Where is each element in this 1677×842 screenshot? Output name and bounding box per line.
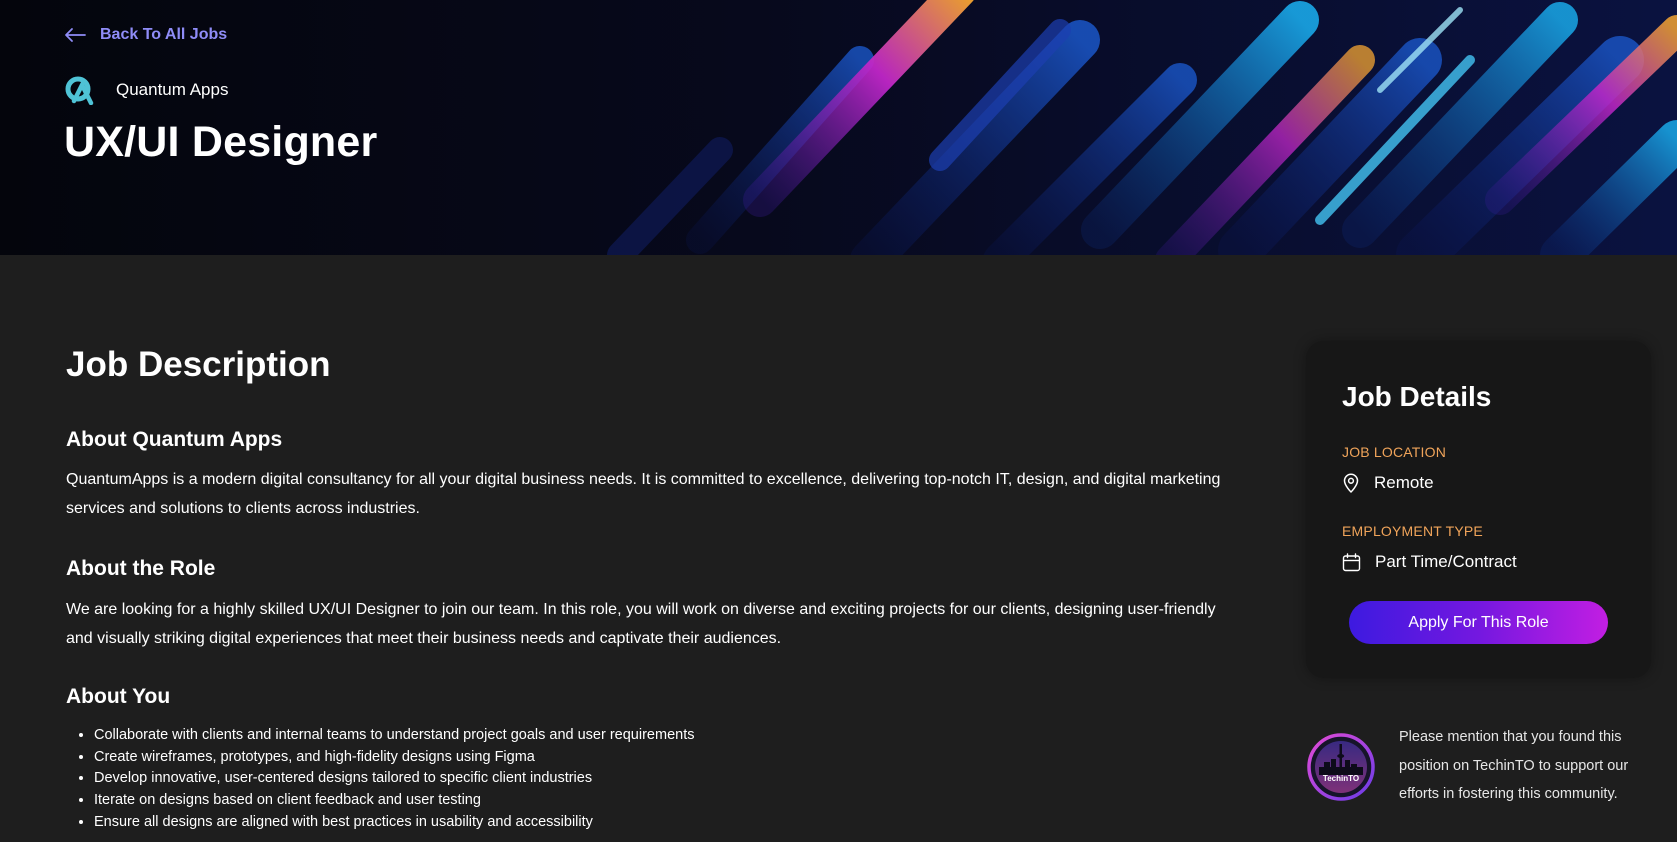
about-you-heading: About You: [66, 685, 171, 708]
about-you-list: Collaborate with clients and internal te…: [66, 725, 694, 834]
arrow-left-icon: [65, 28, 86, 42]
list-item: Collaborate with clients and internal te…: [94, 725, 694, 747]
logo-wordmark: TechinTO: [1323, 774, 1359, 783]
job-details-title: Job Details: [1342, 381, 1492, 412]
list-item: Develop innovative, user-centered design…: [94, 768, 694, 790]
job-location-value: Remote: [1342, 473, 1434, 493]
job-location-text: Remote: [1374, 473, 1434, 492]
about-company-heading: About Quantum Apps: [66, 428, 283, 451]
quantum-apps-logo: [65, 76, 94, 105]
list-item: Iterate on designs based on client feedb…: [94, 790, 694, 812]
job-details-card: Job Details JOB LOCATION Remote EMPLOYME…: [1306, 341, 1651, 678]
apply-button[interactable]: Apply For This Role: [1349, 601, 1608, 644]
job-location-label: JOB LOCATION: [1342, 444, 1447, 460]
about-role-text: We are looking for a highly skilled UX/U…: [66, 601, 1216, 647]
job-description-section: Job Description About Quantum Apps Quant…: [66, 345, 1226, 830]
employment-type-label: EMPLOYMENT TYPE: [1342, 523, 1483, 539]
techinto-logo: TechinTO: [1307, 733, 1375, 801]
company-info: Quantum Apps: [64, 75, 228, 105]
about-company-text: QuantumApps is a modern digital consulta…: [66, 471, 1221, 517]
map-pin-icon: [1343, 473, 1359, 493]
employment-type-value: Part Time/Contract: [1342, 552, 1517, 572]
company-name: Quantum Apps: [116, 80, 229, 99]
section-title: Job Description: [66, 345, 331, 384]
employment-type-text: Part Time/Contract: [1375, 552, 1517, 571]
hero-banner: Back To All Jobs Quantum Apps UX/UI Desi…: [0, 0, 1677, 255]
back-link-label: Back To All Jobs: [100, 26, 228, 43]
about-role-heading: About the Role: [66, 557, 216, 580]
mention-note: Please mention that you found this posit…: [1399, 729, 1629, 802]
back-to-jobs-link[interactable]: Back To All Jobs: [64, 26, 227, 44]
job-title: UX/UI Designer: [64, 118, 378, 166]
calendar-icon: [1342, 552, 1361, 571]
list-item: Create wireframes, prototypes, and high-…: [94, 747, 694, 769]
list-item: Ensure all designs are aligned with best…: [94, 812, 694, 834]
